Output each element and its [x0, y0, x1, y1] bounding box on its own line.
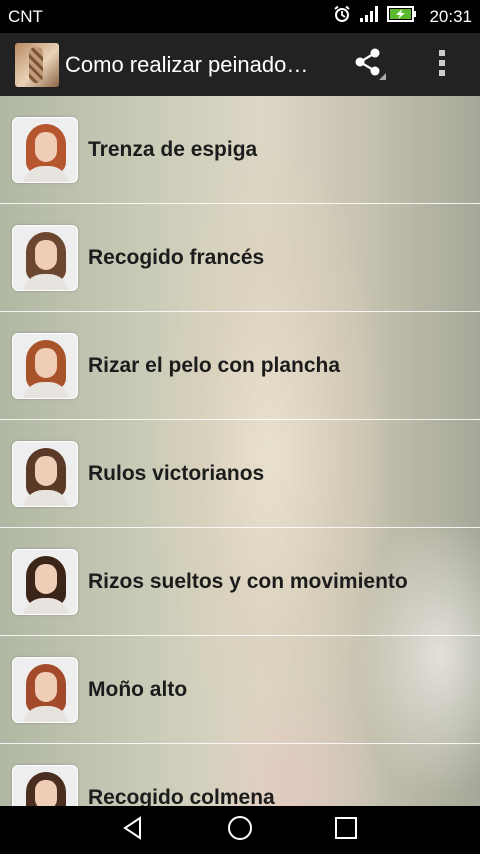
carrier-name: CNT	[8, 6, 43, 26]
list-item[interactable]: Recogido colmena	[0, 744, 480, 806]
list-item-label: Recogido francés	[88, 245, 265, 269]
home-icon	[226, 814, 254, 847]
signal-icon	[359, 5, 379, 28]
app-title: Como realizar peinado…	[65, 51, 309, 77]
list-item-label: Rulos victorianos	[88, 461, 265, 485]
home-button[interactable]	[210, 806, 270, 854]
list-item-label: Recogido colmena	[88, 785, 275, 807]
hairstyle-list-background: Trenza de espiga Recogido francés Rizar …	[0, 96, 480, 806]
list-item[interactable]: Rizos sueltos y con movimiento	[0, 528, 480, 636]
hairstyle-list: Trenza de espiga Recogido francés Rizar …	[0, 96, 480, 806]
hairstyle-thumbnail	[12, 440, 78, 507]
list-item[interactable]: Recogido francés	[0, 204, 480, 312]
braid-hairstyle-app-icon[interactable]	[15, 42, 59, 87]
overflow-menu-icon	[437, 48, 447, 83]
list-item[interactable]: Trenza de espiga	[0, 96, 480, 204]
recents-button[interactable]	[316, 806, 376, 854]
status-bar: CNT 20:31	[0, 0, 480, 33]
share-button[interactable]	[346, 43, 392, 87]
list-item[interactable]: Rizar el pelo con plancha	[0, 312, 480, 420]
share-icon	[351, 45, 387, 86]
battery-charging-icon	[387, 5, 417, 28]
navigation-bar	[0, 806, 480, 854]
list-item-label: Rizos sueltos y con movimiento	[88, 569, 408, 593]
clock: 20:31	[429, 6, 472, 26]
hairstyle-thumbnail	[12, 764, 78, 806]
hairstyle-thumbnail	[12, 332, 78, 399]
hairstyle-thumbnail	[12, 656, 78, 723]
hairstyle-thumbnail	[12, 224, 78, 291]
recents-icon	[334, 816, 358, 845]
list-item[interactable]: Rulos victorianos	[0, 420, 480, 528]
overflow-menu-button[interactable]	[424, 43, 460, 87]
hairstyle-thumbnail	[12, 548, 78, 615]
hairstyle-thumbnail	[12, 116, 78, 183]
list-item-label: Moño alto	[88, 677, 188, 701]
list-item-label: Trenza de espiga	[88, 137, 258, 161]
alarm-icon	[333, 5, 351, 28]
status-icons: 20:31	[333, 5, 472, 28]
back-button[interactable]	[103, 806, 163, 854]
list-item-label: Rizar el pelo con plancha	[88, 353, 341, 377]
action-bar: Como realizar peinado…	[0, 33, 480, 96]
list-item[interactable]: Moño alto	[0, 636, 480, 744]
back-icon	[120, 815, 146, 846]
